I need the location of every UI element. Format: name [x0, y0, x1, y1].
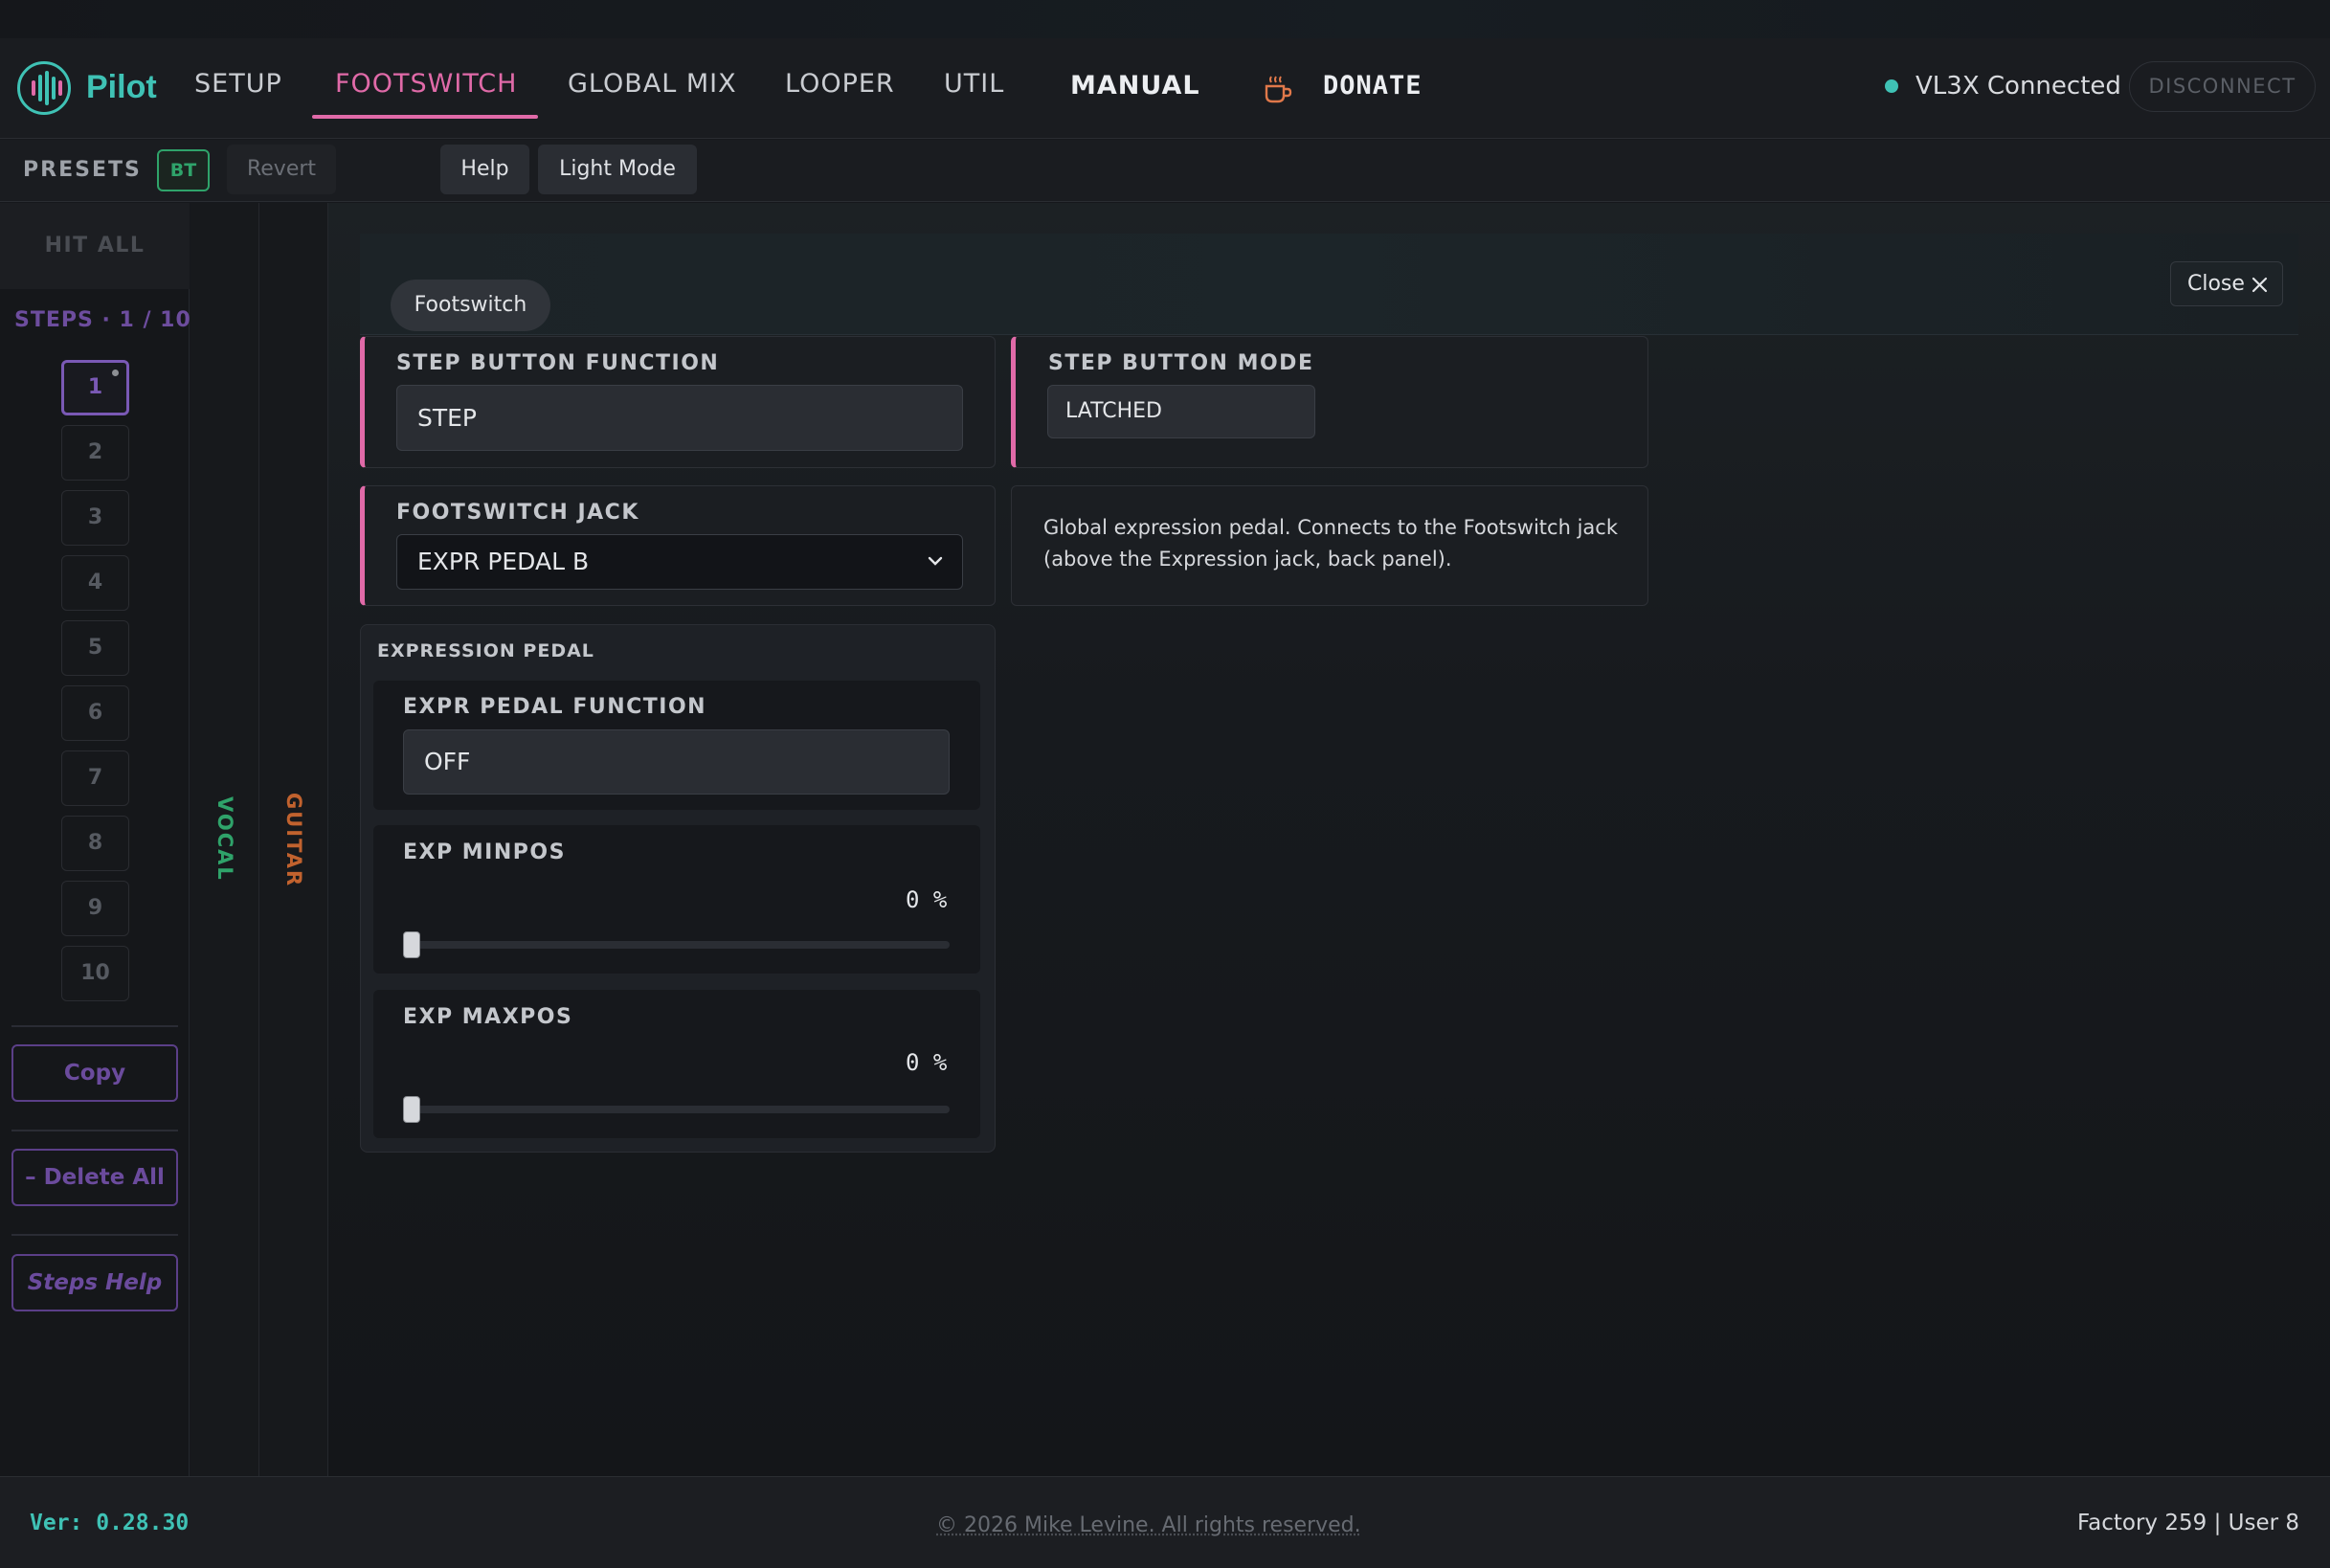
footswitch-jack-title: FOOTSWITCH JACK	[396, 501, 639, 525]
light-mode-button[interactable]: Light Mode	[538, 145, 697, 194]
tab-global-mix[interactable]: GLOBAL MIX	[568, 69, 737, 99]
footer: Ver: 0.28.30 © 2026 Mike Levine. All rig…	[0, 1476, 2330, 1568]
active-tab-underline	[312, 115, 538, 119]
close-button[interactable]: Close	[2170, 261, 2283, 306]
step-button-function-title: STEP BUTTON FUNCTION	[396, 351, 720, 375]
preset-count: Factory 259 | User 8	[2077, 1511, 2299, 1535]
steps-sidebar: HIT ALL STEPS · 1 / 10 1 2 3 4 5 6 7 8 9…	[0, 203, 190, 1476]
steps-counter: STEPS · 1 / 10	[14, 308, 191, 332]
step-button-mode-title: STEP BUTTON MODE	[1048, 351, 1314, 375]
revert-button[interactable]: Revert	[227, 145, 336, 194]
expr-pedal-function-field[interactable]: OFF	[403, 729, 950, 795]
version-label: Ver: 0.28.30	[30, 1511, 190, 1535]
step-button-1[interactable]: 1	[61, 360, 129, 415]
step-active-dot	[112, 370, 119, 376]
exp-minpos-value: 0 %	[906, 886, 948, 913]
exp-maxpos-value: 0 %	[906, 1049, 948, 1076]
copyright-text: © 2026 Mike Levine. All rights reserved.	[936, 1513, 1361, 1537]
step-button-function-field[interactable]: STEP	[396, 385, 963, 451]
footswitch-chip[interactable]: Footswitch	[391, 280, 550, 331]
chevron-down-icon	[928, 556, 943, 566]
exp-minpos-slider[interactable]	[403, 931, 950, 958]
exp-minpos-title: EXP MINPOS	[403, 840, 566, 864]
step-button-5[interactable]: 5	[61, 620, 129, 676]
copy-button[interactable]: Copy	[11, 1044, 178, 1102]
manual-link[interactable]: MANUAL	[1070, 71, 1200, 101]
connection-status: VL3X Connected	[1916, 72, 2121, 101]
step-button-2[interactable]: 2	[61, 425, 129, 481]
guitar-label: GUITAR	[282, 793, 305, 888]
steps-help-button[interactable]: Steps Help	[11, 1254, 178, 1311]
tab-util[interactable]: UTIL	[944, 69, 1004, 99]
guitar-strip[interactable]: GUITAR	[260, 203, 328, 1476]
disconnect-button[interactable]: DISCONNECT	[2129, 61, 2316, 112]
hit-all-button[interactable]: HIT ALL	[0, 203, 190, 289]
sidebar-divider	[11, 1025, 178, 1027]
donate-link[interactable]: DONATE	[1323, 71, 1423, 101]
step-button-3[interactable]: 3	[61, 490, 129, 546]
close-label: Close	[2187, 272, 2245, 296]
step-button-9[interactable]: 9	[61, 881, 129, 936]
pilot-logo-icon[interactable]	[17, 61, 71, 115]
app-root: Pilot SETUP FOOTSWITCH GLOBAL MIX LOOPER…	[0, 0, 2330, 1568]
exp-minpos-slider-handle[interactable]	[403, 931, 420, 958]
step-button-mode-field[interactable]: LATCHED	[1047, 385, 1315, 438]
tab-footswitch[interactable]: FOOTSWITCH	[335, 69, 517, 99]
bt-button[interactable]: BT	[157, 149, 210, 191]
step-button-7[interactable]: 7	[61, 750, 129, 806]
step-button-10[interactable]: 10	[61, 946, 129, 1001]
footswitch-jack-description: Global expression pedal. Connects to the…	[1043, 516, 1618, 571]
vocal-label: VOCAL	[213, 796, 236, 882]
connection-status-dot	[1885, 79, 1898, 93]
expr-pedal-function-title: EXPR PEDAL FUNCTION	[403, 695, 707, 719]
vocal-strip[interactable]: VOCAL	[190, 203, 259, 1476]
expression-pedal-title: EXPRESSION PEDAL	[377, 640, 594, 661]
close-icon	[2252, 277, 2268, 293]
step-label: 1	[87, 375, 103, 399]
tab-looper[interactable]: LOOPER	[785, 69, 895, 99]
panel-header	[360, 234, 2298, 335]
footswitch-jack-value: EXPR PEDAL B	[417, 548, 590, 575]
footswitch-jack-select[interactable]: EXPR PEDAL B	[396, 534, 963, 590]
exp-maxpos-slider[interactable]	[403, 1096, 950, 1123]
step-button-4[interactable]: 4	[61, 555, 129, 611]
step-button-6[interactable]: 6	[61, 685, 129, 741]
delete-all-button[interactable]: – Delete All	[11, 1149, 178, 1206]
exp-maxpos-title: EXP MAXPOS	[403, 1005, 573, 1029]
window-top-strip	[0, 0, 2330, 38]
step-button-8[interactable]: 8	[61, 816, 129, 871]
app-name: Pilot	[86, 69, 157, 105]
presets-label: PRESETS	[23, 158, 142, 182]
sidebar-divider	[11, 1130, 178, 1131]
help-button[interactable]: Help	[440, 145, 529, 194]
coffee-cup-icon[interactable]	[1262, 73, 1294, 105]
presets-toolbar: PRESETS BT Revert Help Light Mode	[0, 140, 2330, 202]
sidebar-divider	[11, 1234, 178, 1236]
tab-setup[interactable]: SETUP	[194, 69, 282, 99]
exp-maxpos-slider-handle[interactable]	[403, 1096, 420, 1123]
